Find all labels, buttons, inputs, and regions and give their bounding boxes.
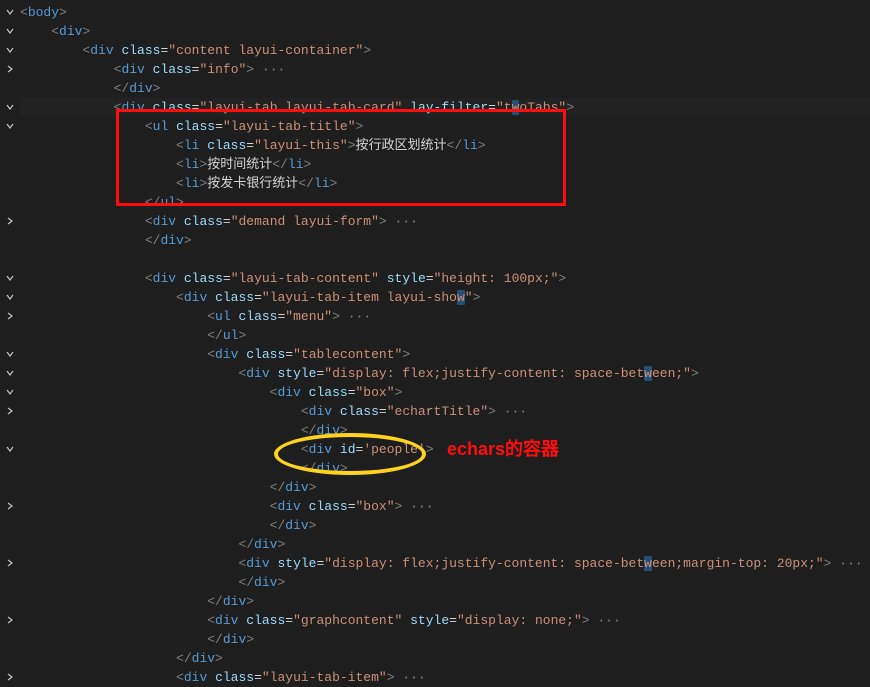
code-line[interactable]: <div style="display: flex;justify-conten… — [20, 554, 870, 573]
code-line[interactable]: <div class="layui-tab-item layui-show"> — [20, 288, 870, 307]
code-line[interactable]: <ul class="menu"> ··· — [20, 307, 870, 326]
code-line[interactable]: <ul class="layui-tab-title"> — [20, 117, 870, 136]
fold-caret-collapsed-icon[interactable] — [6, 217, 14, 225]
fold-caret-expanded-icon[interactable] — [6, 445, 14, 453]
code-line[interactable]: </ul> — [20, 193, 870, 212]
code-line[interactable]: <li class="layui-this">按行政区划统计</li> — [20, 136, 870, 155]
code-line[interactable]: <div class="layui-tab-content" style="he… — [20, 269, 870, 288]
code-line[interactable]: </div> — [20, 630, 870, 649]
fold-caret-expanded-icon[interactable] — [6, 103, 14, 111]
fold-caret-collapsed-icon[interactable] — [6, 407, 14, 415]
fold-caret-collapsed-icon[interactable] — [6, 616, 14, 624]
code-line[interactable]: </div> — [20, 459, 870, 478]
code-line[interactable]: <div class="content layui-container"> — [20, 41, 870, 60]
fold-caret-collapsed-icon[interactable] — [6, 65, 14, 73]
fold-caret-collapsed-icon[interactable] — [6, 673, 14, 681]
code-editor[interactable]: <body> <div> <div class="content layui-c… — [0, 0, 870, 687]
fold-caret-collapsed-icon[interactable] — [6, 502, 14, 510]
code-line[interactable]: <div style="display: flex;justify-conten… — [20, 364, 870, 383]
code-line[interactable]: <div class="layui-tab-item"> ··· — [20, 668, 870, 687]
code-line[interactable]: <div class="graphcontent" style="display… — [20, 611, 870, 630]
code-line[interactable]: <div class="box"> — [20, 383, 870, 402]
fold-caret-expanded-icon[interactable] — [6, 388, 14, 396]
code-line[interactable]: </div> — [20, 573, 870, 592]
code-line[interactable]: </ul> — [20, 326, 870, 345]
fold-caret-expanded-icon[interactable] — [6, 274, 14, 282]
code-line[interactable]: </div> — [20, 516, 870, 535]
code-line[interactable]: <div id='people'> — [20, 440, 870, 459]
code-line[interactable]: </div> — [20, 231, 870, 250]
fold-caret-expanded-icon[interactable] — [6, 46, 14, 54]
fold-caret-collapsed-icon[interactable] — [6, 559, 14, 567]
code-line[interactable]: </div> — [20, 478, 870, 497]
code-line[interactable]: </div> — [20, 421, 870, 440]
code-line[interactable]: <li>按时间统计</li> — [20, 155, 870, 174]
code-line[interactable]: <div class="demand layui-form"> ··· — [20, 212, 870, 231]
code-line[interactable]: <div> — [20, 22, 870, 41]
code-line[interactable] — [20, 250, 870, 269]
fold-caret-expanded-icon[interactable] — [6, 8, 14, 16]
code-line[interactable]: <div class="box"> ··· — [20, 497, 870, 516]
fold-caret-expanded-icon[interactable] — [6, 27, 14, 35]
code-line[interactable]: <div class="layui-tab layui-tab-card" la… — [20, 98, 870, 117]
code-line[interactable]: <body> — [20, 3, 870, 22]
code-line[interactable]: </div> — [20, 535, 870, 554]
code-line[interactable]: <div class="echartTitle"> ··· — [20, 402, 870, 421]
fold-caret-collapsed-icon[interactable] — [6, 312, 14, 320]
fold-caret-expanded-icon[interactable] — [6, 350, 14, 358]
code-line[interactable]: </div> — [20, 79, 870, 98]
code-line[interactable]: </div> — [20, 649, 870, 668]
code-line[interactable]: <div class="tablecontent"> — [20, 345, 870, 364]
code-line[interactable]: </div> — [20, 592, 870, 611]
code-line[interactable]: <li>按发卡银行统计</li> — [20, 174, 870, 193]
fold-caret-expanded-icon[interactable] — [6, 122, 14, 130]
fold-caret-expanded-icon[interactable] — [6, 293, 14, 301]
code-line[interactable]: <div class="info"> ··· — [20, 60, 870, 79]
fold-caret-expanded-icon[interactable] — [6, 369, 14, 377]
